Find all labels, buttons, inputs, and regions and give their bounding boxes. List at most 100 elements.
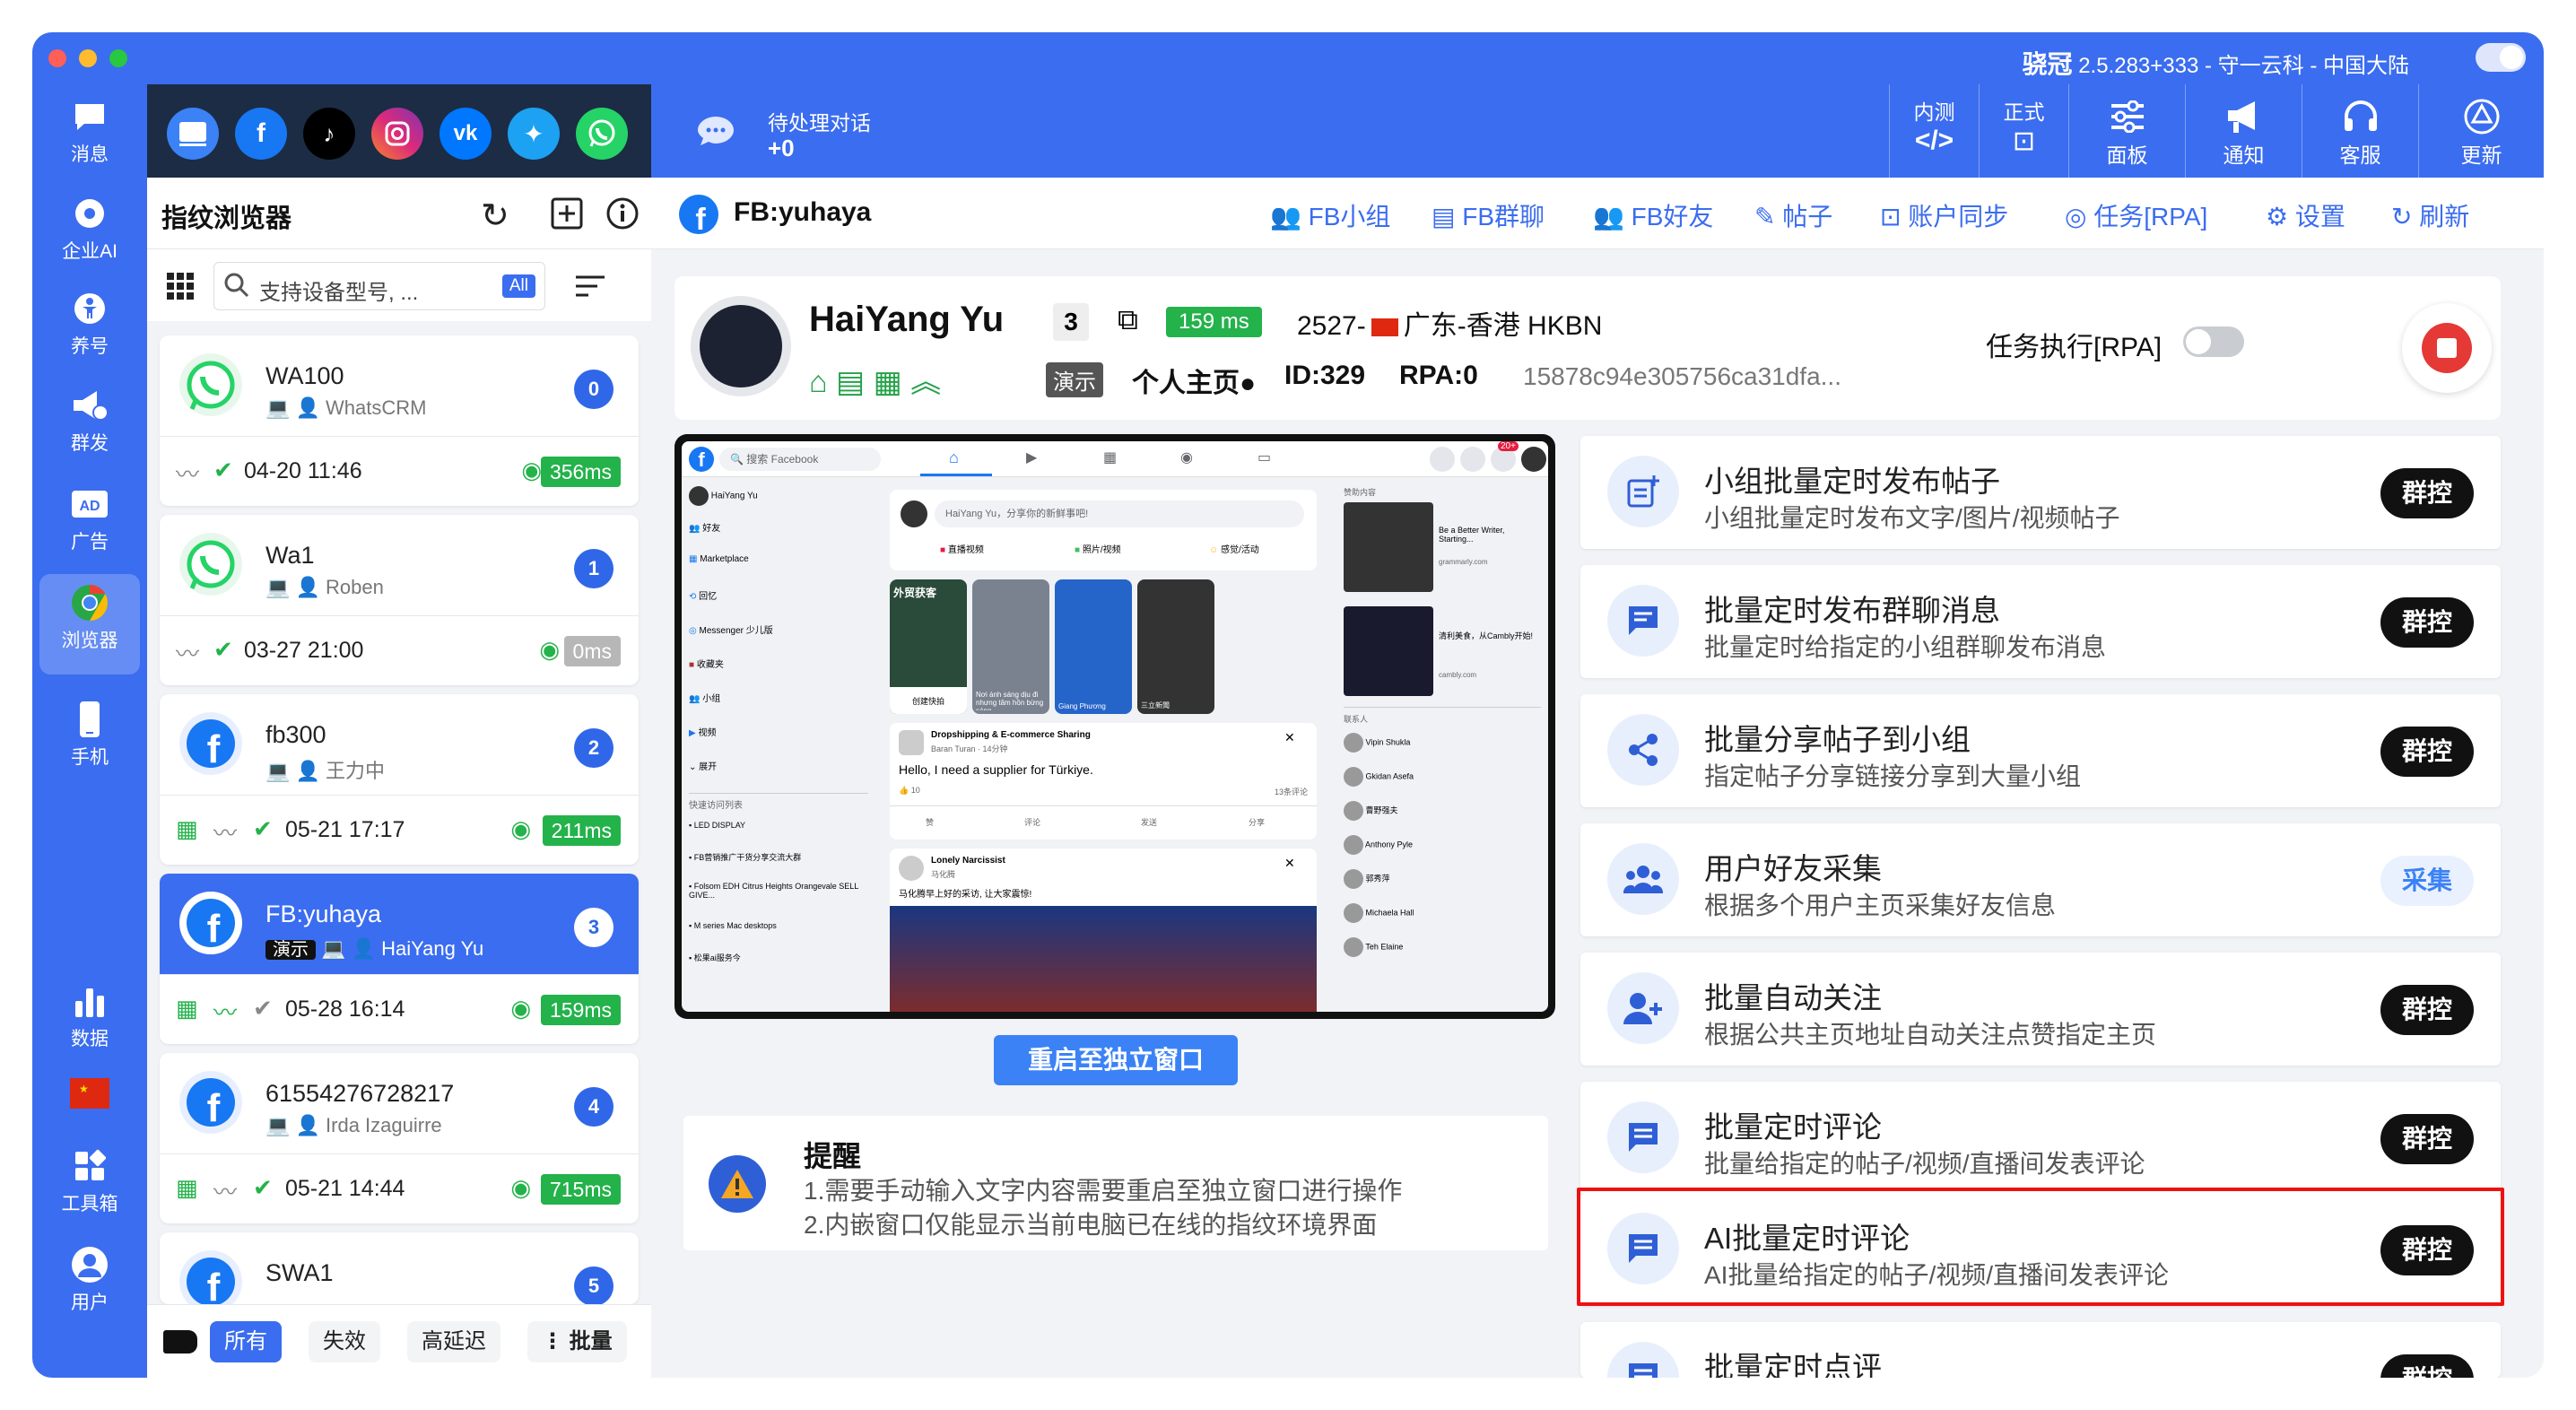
link-posts[interactable]: ✎ 帖子	[1754, 197, 1832, 233]
all-badge[interactable]: All	[501, 274, 535, 298]
internal-test-button[interactable]: 内测 </>	[1889, 84, 1979, 178]
fb-post-close-icon[interactable]: ✕	[1284, 856, 1295, 871]
fb-shortcut[interactable]: ▪ Folsom EDH Citrus Heights Orangevale S…	[689, 882, 868, 921]
nav-messages[interactable]: 消息	[39, 97, 140, 167]
whatsapp-icon[interactable]	[576, 108, 628, 160]
fb-post-close-icon[interactable]: ✕	[1284, 730, 1295, 745]
filter-high-latency[interactable]: 高延迟	[407, 1321, 500, 1362]
nav-browser[interactable]: 浏览器	[39, 574, 140, 675]
fb-menu-item[interactable]: ◎ Messenger 少儿版	[689, 622, 868, 657]
tiktok-icon[interactable]: ♪	[303, 108, 355, 160]
panel-button[interactable]: 面板	[2068, 84, 2185, 178]
fb-menu-item[interactable]: ■ 收藏夹	[689, 657, 868, 691]
reopen-window-button[interactable]: 重启至独立窗口	[994, 1035, 1238, 1085]
fb-menu-item[interactable]: ⌄ 展开	[689, 759, 868, 789]
task-toggle[interactable]	[2183, 326, 2244, 357]
link-refresh[interactable]: ↻ 刷新	[2391, 197, 2469, 233]
feature-item[interactable]: 批量定时点评 群控	[1580, 1322, 2501, 1378]
fb-live-button[interactable]: ■ 直播视频	[940, 542, 984, 555]
fb-story-create[interactable]: 外贸获客 创建快拍	[890, 579, 967, 714]
fb-contact[interactable]: Teh Elaine	[1344, 937, 1541, 971]
close-window-button[interactable]	[48, 49, 66, 67]
feature-item[interactable]: 批量定时发布群聊消息 批量定时给指定的小组群聊发布消息 群控	[1580, 565, 2501, 678]
vk-icon[interactable]: vk	[439, 108, 492, 160]
china-flag-icon[interactable]: ★	[39, 1078, 140, 1114]
group-control-button[interactable]: 群控	[2380, 1354, 2474, 1378]
fb-like-button[interactable]: 赞	[926, 816, 934, 828]
stop-button[interactable]	[2402, 303, 2492, 393]
copy-icon[interactable]: ⧉	[1118, 303, 1138, 337]
fb-story[interactable]: Nơi ánh sáng dịu đi nhưng tâm hồn bừng s…	[972, 579, 1049, 714]
nav-phone[interactable]: 手机	[39, 700, 140, 770]
fb-shortcut[interactable]: ▪ LED DISPLAY	[689, 821, 868, 851]
info-icon[interactable]	[606, 197, 639, 234]
fb-gaming-icon[interactable]: ▭	[1258, 448, 1271, 466]
fb-story[interactable]: Giang Phương	[1055, 579, 1132, 714]
link-fb-groups[interactable]: 👥 FB小组	[1270, 197, 1390, 233]
fb-avatar[interactable]	[1521, 447, 1546, 472]
fb-menu-item[interactable]: 👥 小组	[689, 691, 868, 725]
device-card[interactable]: f SWA1 5	[160, 1232, 639, 1304]
fb-shortcut[interactable]: ▪ 松果ai服务今	[689, 952, 868, 979]
nav-user[interactable]: 用户	[39, 1245, 140, 1315]
feature-item[interactable]: 批量分享帖子到小组 指定帖子分享链接分享到大量小组 群控	[1580, 694, 2501, 807]
fb-comment-button[interactable]: 评论	[1024, 816, 1040, 828]
facebook-icon[interactable]: f	[235, 108, 287, 160]
fb-market-icon[interactable]: ▦	[1103, 448, 1117, 466]
fb-contact[interactable]: 曹野强夫	[1344, 801, 1541, 835]
fb-menu-item[interactable]: HaiYang Yu	[689, 486, 868, 520]
group-control-button[interactable]: 群控	[2380, 985, 2474, 1035]
group-control-button[interactable]: 群控	[2380, 468, 2474, 518]
official-button[interactable]: 正式 ⊡	[1979, 84, 2068, 178]
fb-post-video[interactable]	[890, 906, 1317, 1012]
fb-composer-input[interactable]: HaiYang Yu，分享你的新鲜事吧!	[935, 500, 1304, 527]
browser-icon[interactable]	[167, 108, 219, 160]
fb-ad[interactable]: Be a Better Writer, Starting... grammarly…	[1344, 502, 1541, 606]
fb-story[interactable]: 三立新聞	[1137, 579, 1214, 714]
minimize-window-button[interactable]	[79, 49, 97, 67]
group-control-button[interactable]: 群控	[2380, 597, 2474, 648]
nav-enterprise-ai[interactable]: 企业AI	[39, 194, 140, 264]
grid-icon[interactable]	[167, 273, 194, 304]
feature-item[interactable]: 批量自动关注 根据公共主页地址自动关注点赞指定主页 群控	[1580, 953, 2501, 1066]
feature-item[interactable]: 用户好友采集 根据多个用户主页采集好友信息 采集	[1580, 823, 2501, 936]
fb-contact[interactable]: Michaela Hall	[1344, 903, 1541, 937]
fb-feeling-button[interactable]: ☺ 感觉/活动	[1209, 542, 1259, 555]
support-button[interactable]: 客服	[2302, 84, 2418, 178]
feature-item[interactable]: 小组批量定时发布帖子 小组批量定时发布文字/图片/视频帖子 群控	[1580, 436, 2501, 549]
fb-shortcut[interactable]: ▪ FB营销推广干货分享交流大群	[689, 851, 868, 882]
fb-search[interactable]: 🔍 搜索 Facebook	[719, 448, 881, 471]
device-card-selected[interactable]: f FB:yuhaya 演示 💻 👤 HaiYang Yu 3 ▦ 〰 ✔ 05-2…	[160, 874, 639, 1044]
nav-toolbox[interactable]: 工具箱	[39, 1146, 140, 1216]
fb-home-icon[interactable]: ⌂	[949, 448, 959, 467]
group-control-button[interactable]: 群控	[2380, 727, 2474, 777]
homepage-link[interactable]: 个人主页●	[1132, 361, 1256, 400]
device-card[interactable]: Wa1 💻 👤 Roben 1 〰 ✔ 03-27 21:00 ◉ 0ms	[160, 515, 639, 685]
embedded-browser[interactable]: f 🔍 搜索 Facebook ⌂ ▶ ▦ ◉ ▭ 20+ HaiYang Yu…	[674, 434, 1555, 1019]
fb-video-icon[interactable]: ▶	[1026, 448, 1037, 466]
nav-account-raise[interactable]: 养号	[39, 289, 140, 359]
fb-contact[interactable]: Anthony Pyle	[1344, 835, 1541, 869]
fb-send-button[interactable]: 发送	[1141, 816, 1157, 828]
instagram-icon[interactable]	[371, 108, 423, 160]
link-fb-group-chat[interactable]: ▤ FB群聊	[1432, 197, 1545, 233]
link-fb-friends[interactable]: 👥 FB好友	[1593, 197, 1713, 233]
batch-button[interactable]: ⋮ 批量	[527, 1321, 627, 1362]
filter-all[interactable]: 所有	[210, 1321, 282, 1362]
fb-menu-item[interactable]: ⟲ 回忆	[689, 588, 868, 622]
link-account-sync[interactable]: ⊡ 账户同步	[1880, 197, 2008, 233]
nav-data[interactable]: 数据	[39, 981, 140, 1051]
fb-menu-item[interactable]: 👥 好友	[689, 520, 868, 554]
more-icon[interactable]: ⋮	[2533, 196, 2544, 227]
fb-post-group[interactable]: Lonely Narcissist	[931, 856, 1005, 866]
twitter-icon[interactable]: ✦	[508, 108, 560, 160]
group-control-button[interactable]: 群控	[2380, 1114, 2474, 1164]
feature-item[interactable]: 批量定时评论 批量给指定的帖子/视频/直播间发表评论 群控	[1580, 1082, 2501, 1195]
device-card[interactable]: f 61554276728217 💻 👤 Irda Izaguirre 4 ▦ 〰…	[160, 1053, 639, 1223]
link-settings[interactable]: ⚙ 设置	[2266, 197, 2345, 233]
fb-share-button[interactable]: 分享	[1249, 816, 1265, 828]
nav-mass-send[interactable]: 群发	[39, 386, 140, 456]
fb-post-group[interactable]: Dropshipping & E-commerce Sharing	[931, 730, 1091, 740]
fb-photo-button[interactable]: ■ 照片/视频	[1075, 542, 1121, 555]
zoom-window-button[interactable]	[109, 49, 127, 67]
